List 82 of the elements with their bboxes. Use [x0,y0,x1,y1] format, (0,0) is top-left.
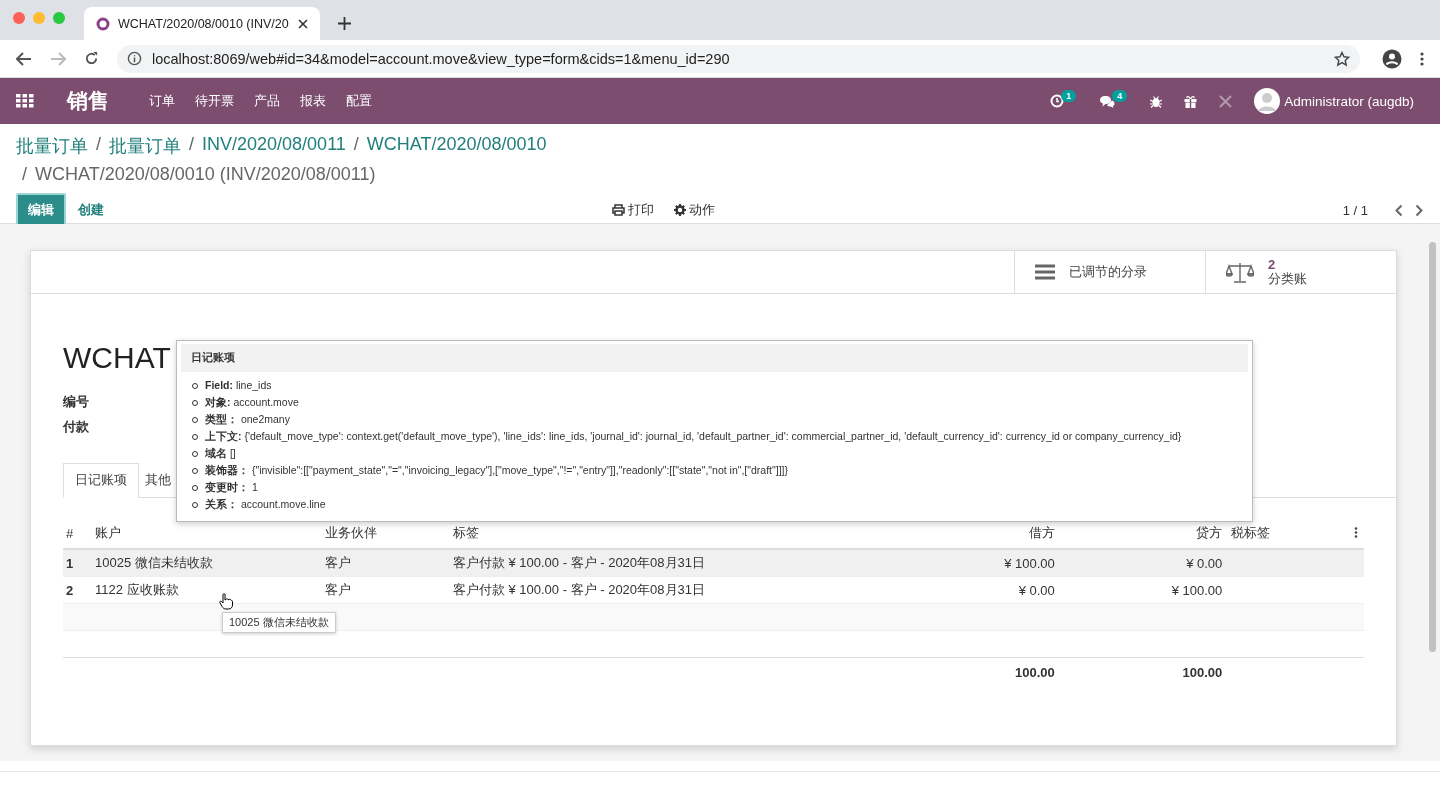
record-title: WCHAT [63,341,171,375]
menu-item[interactable]: 产品 [254,92,280,110]
reload-icon[interactable] [84,51,99,66]
tooltip-line: Field: line_ids [205,379,272,391]
app-name[interactable]: 销售 [67,87,109,115]
address-bar[interactable]: localhost:8069/web#id=34&model=account.move&view_type=form&cids=1&menu_id=290 [117,44,1360,73]
row-number: 2 [66,582,74,598]
breadcrumb-separator: / [22,164,27,185]
pager: 1 / 1 [1342,202,1368,218]
action-button[interactable]: 动作 [673,201,715,219]
new-tab-icon[interactable] [338,17,351,30]
menu-item[interactable]: 待开票 [195,92,234,110]
tooltip-line: 上下文: {'default_move_type': context.get('default_move_type'), 'line_ids': line_ids, 'journal_id': journal_id, 'default_partner_id': commercial_partner_id, 'default_currency_id': currency_id or company_currency_id} [205,430,1182,442]
user-menu[interactable]: Administrator (augdb) [1254,88,1414,114]
total-debit: 100.00 [1015,664,1055,680]
ledger-button[interactable]: 2 分类账 [1205,251,1396,293]
clock-icon[interactable] [1050,94,1065,108]
tooltip-line: 变更时： 1 [205,481,258,493]
breadcrumb-link[interactable]: WCHAT/2020/08/0010 [366,134,547,158]
table-cell: ¥ 100.00 [1171,582,1223,598]
tools-icon[interactable] [1219,94,1233,108]
scrollbar[interactable] [1429,242,1436,652]
form-tab[interactable]: 日记账项 [63,463,139,498]
edit-button[interactable]: 编辑 [16,193,66,227]
table-cell: ¥ 100.00 [1004,555,1055,571]
close-icon[interactable] [298,18,308,29]
tooltip-line: 对象: account.move [205,396,299,408]
field-label: 付款 [63,418,89,436]
ring-icon [96,16,110,31]
message-badge: 4 [1112,90,1128,102]
tooltip-title: 日记账项 [181,344,1248,372]
tooltip-line: 关系： account.move.line [205,498,326,510]
star-icon[interactable] [1334,50,1350,67]
breadcrumb-link[interactable]: 批量订单 [109,134,181,158]
menu-item[interactable]: 订单 [149,92,175,110]
breadcrumb-separator: / [353,134,359,156]
breadcrumb-link[interactable]: INV/2020/08/0011 [202,134,346,158]
table-cell: 1122 应收账款 [95,582,179,597]
more-icon[interactable] [1420,51,1424,66]
total-credit: 100.00 [1182,664,1223,680]
breadcrumb-link[interactable]: 批量订单 [16,134,88,158]
column-options-icon[interactable] [1354,526,1358,538]
table-cell: 客户 [324,582,351,597]
cell-tooltip: 10025 微信未结收款 [222,612,336,633]
tab-title: WCHAT/2020/08/0010 (INV/20 [118,16,290,31]
tooltip-line: 装饰器： {"invisible":[["payment_state","=","invoicing_legacy"],["move_type","!=","entry"]],"readonly":[["state","not in",["draft"]]]} [205,464,788,476]
gift-icon[interactable] [1184,94,1198,108]
back-arrow-icon[interactable] [16,51,32,66]
bug-icon[interactable] [1150,94,1163,108]
scales-icon [1226,261,1254,283]
activity-badge: 1 [1061,90,1077,102]
table-cell: ¥ 0.00 [1018,582,1055,598]
table-cell: 客户付款 ¥ 100.00 - 客户 - 2020年08月31日 [452,582,705,597]
table-cell: 10025 微信未结收款 [95,555,213,570]
table-cell: 客户付款 ¥ 100.00 - 客户 - 2020年08月31日 [452,555,705,570]
chevron-left-icon[interactable] [1394,203,1403,217]
breadcrumb-separator: / [96,134,101,156]
menu-item[interactable]: 配置 [346,92,372,110]
apps-menu-icon[interactable] [16,94,34,108]
menu-item[interactable]: 报表 [300,92,326,110]
table-row[interactable]: 2 1122 应收账款 客户 客户付款 ¥ 100.00 - 客户 - 2020年08月31日 ¥ 0.00 ¥ 100.00 [63,576,1364,604]
chat-icon[interactable] [1099,94,1116,108]
print-button[interactable]: 打印 [611,201,654,219]
chevron-right-icon[interactable] [1415,203,1424,217]
avatar-icon [1254,88,1281,114]
tooltip-line: 类型： one2many [205,413,290,425]
browser-tab[interactable]: WCHAT/2020/08/0010 (INV/20 [84,7,320,40]
row-number: 1 [66,555,74,571]
field-label: 编号 [63,393,89,411]
reconciled-entries-button[interactable]: 已调节的分录 [1014,251,1205,293]
breadcrumb-separator: / [189,134,195,156]
tooltip-line: 域名 [] [205,447,236,459]
table-row[interactable]: 1 10025 微信未结收款 客户 客户付款 ¥ 100.00 - 客户 - 2020年08月31日 ¥ 100.00 ¥ 0.00 [63,549,1364,577]
table-cell: 客户 [324,555,351,570]
printer-icon [611,204,625,216]
gear-icon [673,204,686,216]
table-cell: ¥ 0.00 [1186,555,1223,571]
list-icon [1035,264,1055,280]
breadcrumb-current: WCHAT/2020/08/0010 (INV/2020/08/0011) [35,164,376,185]
info-icon [127,51,142,66]
create-button[interactable]: 创建 [78,195,104,225]
account-icon[interactable] [1382,48,1402,69]
